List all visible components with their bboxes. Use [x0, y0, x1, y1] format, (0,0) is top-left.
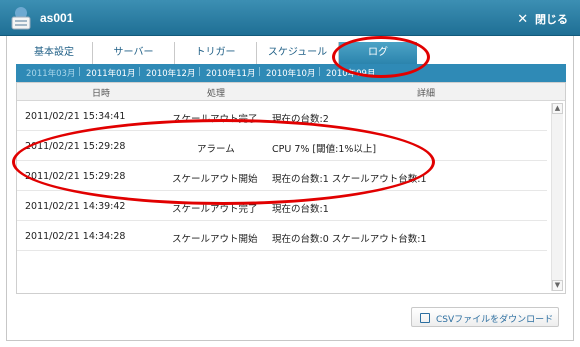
cell-detail: 現在の台数:1 スケールアウト台数:1 — [272, 174, 427, 185]
table-row: 2011/02/21 14:34:28 スケールアウト開始 現在の台数:0 スケ… — [17, 221, 547, 251]
cell-detail: CPU 7% [閾値:1%以上] — [272, 144, 377, 155]
column-header-detail: 詳細 — [417, 89, 436, 99]
app-icon — [8, 6, 34, 30]
table-scrollbar[interactable]: ▲ ▼ — [551, 103, 563, 291]
month-filter-bar: 2011年03月 | 2011年01月 | 2010年12月 | 2010年11… — [16, 64, 566, 82]
tab-triggers[interactable]: トリガー — [175, 42, 257, 64]
csv-download-button[interactable]: CSVファイルをダウンロード — [411, 307, 559, 327]
column-header-datetime: 日時 — [92, 89, 111, 99]
table-body: 2011/02/21 15:34:41 スケールアウト完了 現在の台数:2 20… — [17, 101, 547, 251]
window-title: as001 — [40, 11, 74, 25]
tab-basic-settings[interactable]: 基本設定 — [16, 42, 93, 64]
csv-download-label: CSVファイルをダウンロード — [436, 315, 554, 325]
cell-action: スケールアウト開始 — [172, 174, 258, 185]
month-link[interactable]: 2010年12月 — [146, 67, 195, 79]
tab-schedule[interactable]: スケジュール — [257, 42, 339, 64]
table-row: 2011/02/21 14:39:42 スケールアウト完了 現在の台数:1 — [17, 191, 547, 221]
cell-datetime: 2011/02/21 15:29:28 — [25, 171, 126, 182]
cell-detail: 現在の台数:1 — [272, 204, 329, 215]
table-row: 2011/02/21 15:29:28 スケールアウト開始 現在の台数:1 スケ… — [17, 161, 547, 191]
cell-detail: 現在の台数:2 — [272, 114, 329, 125]
close-button[interactable]: ✕ 閉じる — [517, 11, 568, 27]
cell-datetime: 2011/02/21 14:34:28 — [25, 231, 126, 242]
cell-detail: 現在の台数:0 スケールアウト台数:1 — [272, 234, 427, 245]
scroll-down-button[interactable]: ▼ — [552, 280, 563, 291]
tab-log[interactable]: ログ — [339, 42, 417, 64]
window-titlebar: as001 ✕ 閉じる — [0, 0, 580, 36]
cell-action: スケールアウト完了 — [172, 114, 258, 125]
table-row: 2011/02/21 15:29:28 アラーム CPU 7% [閾値:1%以上… — [17, 131, 547, 161]
cell-action: アラーム — [197, 144, 235, 155]
scroll-up-button[interactable]: ▲ — [552, 103, 563, 114]
month-link[interactable]: 2011年03月 — [26, 67, 75, 79]
column-header-action: 処理 — [207, 89, 226, 99]
table-row: 2011/02/21 15:34:41 スケールアウト完了 現在の台数:2 — [17, 101, 547, 131]
cell-datetime: 2011/02/21 14:39:42 — [25, 201, 126, 212]
tab-servers[interactable]: サーバー — [93, 42, 175, 64]
month-link[interactable]: 2010年09月 — [326, 67, 375, 79]
download-icon — [420, 313, 430, 323]
cell-action: スケールアウト開始 — [172, 234, 258, 245]
table-header: 日時 処理 詳細 — [17, 83, 565, 101]
month-link[interactable]: 2010年10月 — [266, 67, 315, 79]
log-table: 日時 処理 詳細 2011/02/21 15:34:41 スケールアウト完了 現… — [16, 82, 566, 294]
month-link[interactable]: 2011年01月 — [86, 67, 135, 79]
close-icon: ✕ — [517, 12, 529, 27]
cell-datetime: 2011/02/21 15:29:28 — [25, 141, 126, 152]
month-link[interactable]: 2010年11月 — [206, 67, 255, 79]
cell-action: スケールアウト完了 — [172, 204, 258, 215]
close-label: 閉じる — [535, 13, 568, 26]
cell-datetime: 2011/02/21 15:34:41 — [25, 111, 126, 122]
tab-bar: 基本設定 サーバー トリガー スケジュール ログ — [16, 42, 566, 64]
